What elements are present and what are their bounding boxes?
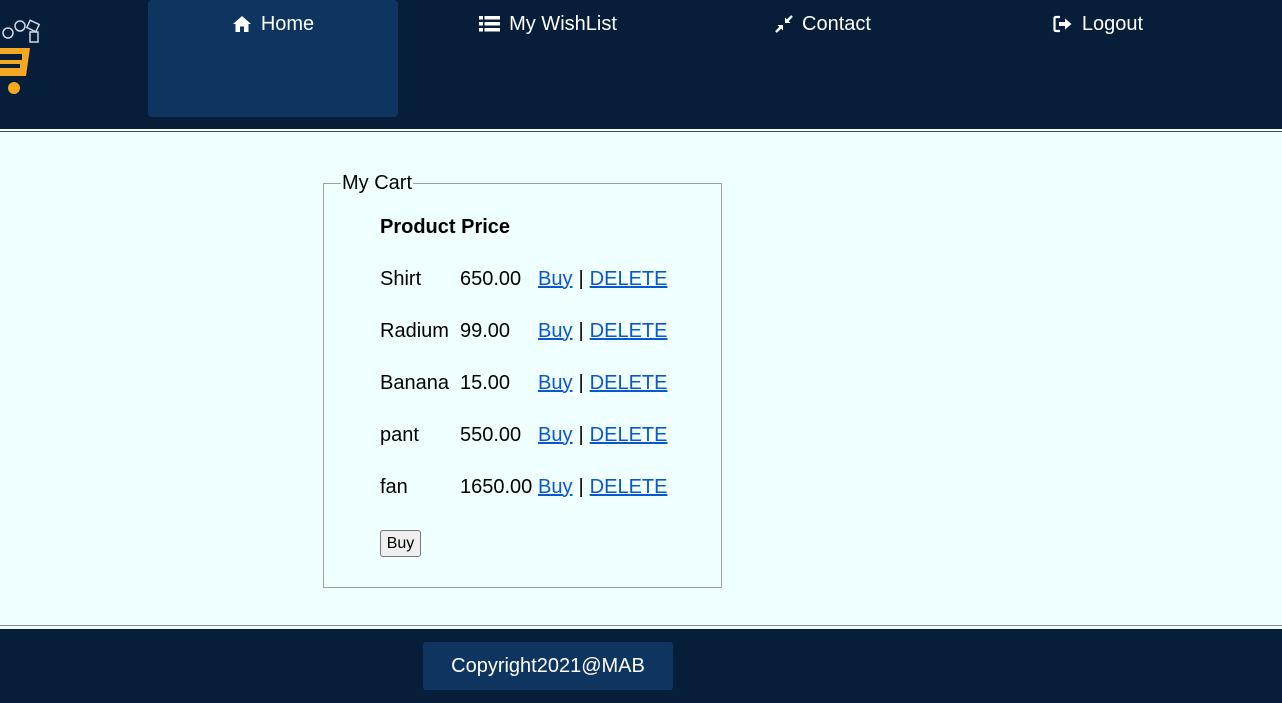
product-name: fan [380,475,408,498]
product-price: 99.00 [460,319,511,342]
delete-link[interactable]: DELETE [590,320,668,342]
product-price: 1650.00 [460,475,533,498]
sign-out-icon [1053,12,1073,36]
cart-row: Shirt 650.00 Buy | DELETE [380,266,667,292]
cart-row: Radium 99.00 Buy | DELETE [380,318,667,344]
product-name: Banana [380,371,449,394]
cart-table: Product Price Shirt 650.00 Buy | DELETE Ra… [380,214,667,500]
nav-home-label: Home [260,13,315,35]
delete-link[interactable]: DELETE [590,268,668,290]
product-price: 650.00 [460,267,522,290]
separator: | [578,475,584,498]
product-name: Radium [380,319,449,342]
nav-wishlist[interactable]: My WishList [423,0,673,117]
footer: Copyright2021@MAB [0,629,1282,703]
header-divider [0,131,1282,132]
delete-link[interactable]: DELETE [590,372,668,394]
product-price: 15.00 [460,371,511,394]
cart-legend: My Cart [342,172,412,194]
buy-all-button[interactable]: Buy [380,530,421,557]
cart-header: Product Price [380,215,511,238]
buy-link[interactable]: Buy [538,268,572,290]
cart-row: pant 550.00 Buy | DELETE [380,422,667,448]
product-name: Shirt [380,267,422,290]
copyright-text: Copyright2021@MAB [423,642,673,690]
compress-icon [775,12,793,36]
separator: | [578,267,584,290]
footer-divider [0,625,1282,626]
nav-logout-label: Logout [1081,13,1144,35]
delete-link[interactable]: DELETE [590,476,668,498]
delete-link[interactable]: DELETE [590,424,668,446]
cart-row: Banana 15.00 Buy | DELETE [380,370,667,396]
product-price: 550.00 [460,423,522,446]
separator: | [578,371,584,394]
buy-link[interactable]: Buy [538,372,572,394]
buy-link[interactable]: Buy [538,320,572,342]
nav-contact[interactable]: Contact [698,0,948,117]
list-icon [479,12,501,36]
separator: | [578,319,584,342]
buy-link[interactable]: Buy [538,424,572,446]
separator: | [578,423,584,446]
nav-contact-label: Contact [802,13,871,35]
nav-home[interactable]: Home [148,0,398,117]
cart-logo-icon[interactable] [0,18,44,98]
buy-link[interactable]: Buy [538,476,572,498]
header: Home My WishList Contact Logout [0,0,1282,129]
nav-logout[interactable]: Logout [973,0,1223,117]
product-name: pant [380,423,419,446]
home-icon [232,12,252,36]
nav-wishlist-label: My WishList [509,13,617,35]
cart-row: fan 1650.00 Buy | DELETE [380,474,667,500]
